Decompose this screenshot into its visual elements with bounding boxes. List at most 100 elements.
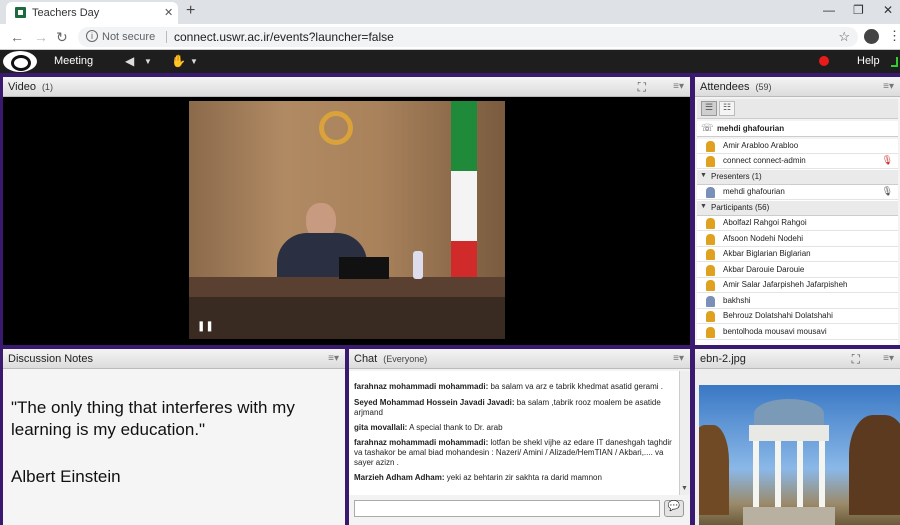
chat-messages: farahnaz mohammadi mohammadi: ba salam v… <box>349 371 679 495</box>
minimize-icon[interactable]: — <box>823 3 835 17</box>
video-pod-title: Video <box>8 81 36 93</box>
close-tab-icon[interactable]: ✕ <box>164 6 173 19</box>
chat-sender: farahnaz mohammadi mohammadi: <box>354 382 489 391</box>
forward-icon[interactable]: → <box>34 29 48 45</box>
attendee-row[interactable]: Abolfazl Rahgoi Rahgoi <box>697 216 898 231</box>
participant-icon <box>706 218 715 229</box>
image-pod-menu-icon[interactable]: ≡▾ <box>883 353 894 364</box>
video-pod: Video (1) ⛶ ≡▾ ❚❚ <box>3 77 690 345</box>
browser-menu-icon[interactable]: ⋮ <box>888 28 900 44</box>
notes-pod-title: Discussion Notes <box>8 353 93 365</box>
status-dropdown-icon[interactable]: ▼ <box>190 57 198 66</box>
participants-section-header[interactable]: ▼ Participants (56) <box>697 201 898 216</box>
monument-frieze <box>749 425 829 441</box>
recording-indicator-icon[interactable] <box>819 56 829 66</box>
chat-scope: (Everyone) <box>383 354 428 364</box>
video-area: ❚❚ <box>3 97 690 345</box>
chat-message: farahnaz mohammadi mohammadi: lotfan be … <box>354 438 676 468</box>
attendee-row[interactable]: Behrouz Dolatshahi Dolatshahi <box>697 309 898 324</box>
attendee-row[interactable]: connect connect-admin 🎙 <box>697 154 898 169</box>
chat-scrollbar[interactable]: ▼ <box>679 371 690 495</box>
attendees-count: (59) <box>755 82 772 92</box>
pause-icon[interactable]: ❚❚ <box>197 321 214 332</box>
restore-icon[interactable]: ❐ <box>853 3 864 17</box>
attendee-row[interactable]: Amir Arabloo Arabloo <box>697 139 898 154</box>
chat-input[interactable] <box>354 500 660 517</box>
list-view-icon[interactable]: ☰ <box>701 101 717 116</box>
attendee-row[interactable]: mehdi ghafourian 🎙 <box>697 185 898 200</box>
close-window-icon[interactable]: ✕ <box>883 3 893 17</box>
notes-pod-menu-icon[interactable]: ≡▾ <box>328 353 339 364</box>
chat-pod-menu-icon[interactable]: ≡▾ <box>673 353 684 364</box>
active-speaker-name: mehdi ghafourian <box>717 124 785 133</box>
attendee-name: bakhshi <box>723 296 751 305</box>
attendee-row[interactable]: Afsoon Nodehi Nodehi <box>697 232 898 247</box>
fullscreen-icon[interactable]: ⛶ <box>638 80 646 95</box>
adobe-connect-logo <box>3 51 37 72</box>
video-stream[interactable]: ❚❚ <box>189 101 505 339</box>
chat-pod-title: Chat <box>354 353 378 365</box>
sanitizer-bottle <box>413 251 423 279</box>
participant-icon <box>706 311 715 322</box>
presenters-section-header[interactable]: ▼ Presenters (1) <box>697 170 898 185</box>
speaker-icon[interactable]: ◀ <box>125 54 134 68</box>
tree-autumn <box>849 415 900 515</box>
help-menu[interactable]: Help <box>857 55 880 67</box>
attendee-row[interactable]: Akbar Darouie Darouie <box>697 263 898 278</box>
new-tab-icon[interactable]: + <box>186 2 195 20</box>
participants-section-label: Participants (56) <box>711 203 770 212</box>
notes-pod-header: Discussion Notes ≡▾ <box>3 349 345 369</box>
monument-base <box>743 507 835 525</box>
attendee-name: mehdi ghafourian <box>723 187 785 196</box>
bookmark-star-icon[interactable]: ☆ <box>838 29 850 45</box>
chat-text: A special thank to Dr. arab <box>407 423 503 432</box>
info-icon[interactable]: i <box>86 30 98 42</box>
participant-icon <box>706 296 715 307</box>
attendee-row[interactable]: bentolhoda mousavi mousavi <box>697 325 898 340</box>
attendee-name: connect connect-admin <box>723 156 806 165</box>
chat-message: gita movallali: A special thank to Dr. a… <box>354 423 676 433</box>
attendees-pod: Attendees (59) ≡▾ ☰ ☷ ☏ mehdi ghafourian … <box>695 77 900 345</box>
status-view-icon[interactable]: ☷ <box>719 101 735 116</box>
chat-pod-header: Chat (Everyone) ≡▾ <box>349 349 690 369</box>
chat-message: Seyed Mohammad Hossein Javadi Javadi: ba… <box>354 398 676 418</box>
video-pod-count: (1) <box>41 82 53 92</box>
chat-text: yeki az behtarin zir sakhta ra darid mam… <box>444 473 602 482</box>
reload-icon[interactable]: ↻ <box>56 29 68 46</box>
url-text[interactable]: connect.uswr.ac.ir/events?launcher=false <box>174 30 394 44</box>
participant-icon <box>706 265 715 276</box>
scroll-down-icon[interactable]: ▼ <box>681 485 688 492</box>
attendee-row[interactable]: Akbar Biglarian Biglarian <box>697 247 898 262</box>
omnibox[interactable]: i Not secure connect.uswr.ac.ir/events?l… <box>78 27 858 47</box>
attendee-row[interactable]: bakhshi <box>697 294 898 309</box>
expand-triangle-icon: ▼ <box>700 203 707 210</box>
video-pod-menu-icon[interactable]: ≡▾ <box>673 81 684 92</box>
connect-menu-bar: Meeting ◀ ▼ ✋ ▼ Help <box>0 50 900 73</box>
account-avatar-icon[interactable] <box>864 29 879 44</box>
participant-icon <box>706 327 715 338</box>
fullscreen-icon[interactable]: ⛶ <box>852 352 860 367</box>
participant-icon <box>706 234 715 245</box>
participant-icon <box>706 280 715 291</box>
attendee-name: Amir Salar Jafarpisheh Jafarpisheh <box>723 280 848 289</box>
connection-signal-icon <box>891 57 898 67</box>
presenters-section-label: Presenters (1) <box>711 172 762 181</box>
speaker-dropdown-icon[interactable]: ▼ <box>144 57 152 66</box>
attendees-pod-menu-icon[interactable]: ≡▾ <box>883 81 894 92</box>
monument-column <box>819 441 825 507</box>
back-icon[interactable]: ← <box>10 29 24 45</box>
presenter-icon <box>706 187 715 198</box>
phone-speaker-icon: ☏ <box>701 123 714 134</box>
chat-sender: Seyed Mohammad Hossein Javadi Javadi: <box>354 398 515 407</box>
browser-tab[interactable]: Teachers Day ✕ <box>6 2 178 24</box>
host-icon <box>706 156 715 167</box>
attendee-list: Amir Arabloo Arabloo connect connect-adm… <box>697 139 898 345</box>
shared-image <box>699 385 900 525</box>
monument-column <box>797 441 803 507</box>
raise-hand-icon[interactable]: ✋ <box>171 54 186 68</box>
not-secure-label: Not secure <box>102 31 156 43</box>
attendee-row[interactable]: Amir Salar Jafarpisheh Jafarpisheh <box>697 278 898 293</box>
send-message-icon[interactable]: 💬 <box>664 500 684 517</box>
host-icon <box>706 141 715 152</box>
meeting-menu[interactable]: Meeting <box>54 55 93 67</box>
